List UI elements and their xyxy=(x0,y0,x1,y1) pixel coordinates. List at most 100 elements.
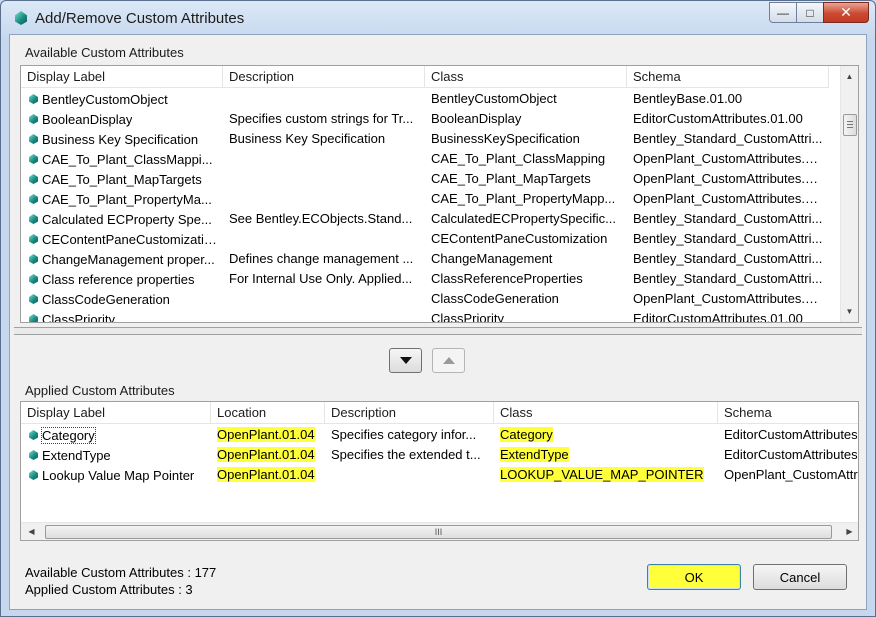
row-label: ClassCodeGeneration xyxy=(42,291,170,307)
cell-class: CEContentPaneCustomization xyxy=(431,231,608,246)
cell-class: BentleyCustomObject xyxy=(431,91,557,106)
column-header[interactable]: Schema xyxy=(627,66,829,88)
highlighted-value: OpenPlant.01.04 xyxy=(217,427,315,442)
cell-location: OpenPlant.01.04 xyxy=(211,445,325,465)
maximize-icon: □ xyxy=(806,5,814,20)
table-row[interactable]: BentleyCustomObject BentleyCustomObject Be… xyxy=(21,89,829,109)
cell-location: OpenPlant.01.04 xyxy=(211,465,325,485)
table-row[interactable]: Lookup Value Map Pointer OpenPlant.01.04 L… xyxy=(21,465,858,485)
table-row[interactable]: CAE_To_Plant_ClassMappi... CAE_To_Plant_C… xyxy=(21,149,829,169)
cell-schema: EditorCustomAttributes.01.00 xyxy=(633,311,803,323)
custom-attribute-icon xyxy=(29,174,38,184)
applied-list-header: Display Label Location Description Class Sch… xyxy=(21,402,858,424)
minimize-icon: — xyxy=(777,5,789,20)
applied-group-label: Applied Custom Attributes xyxy=(25,383,175,398)
highlighted-value: ExtendType xyxy=(500,447,569,462)
column-header[interactable]: Description xyxy=(325,402,494,424)
table-row[interactable]: ExtendType OpenPlant.01.04 Specifies the e… xyxy=(21,445,858,465)
table-row[interactable]: CAE_To_Plant_MapTargets CAE_To_Plant_MapT… xyxy=(21,169,829,189)
cell-label: CAE_To_Plant_MapTargets xyxy=(21,169,223,189)
cell-label: ClassPriority xyxy=(21,309,223,323)
custom-attribute-icon xyxy=(29,314,38,322)
row-label: Calculated ECProperty Spe... xyxy=(42,211,212,227)
available-list-rows: BentleyCustomObject BentleyCustomObject Be… xyxy=(21,89,829,323)
cell-label: ExtendType xyxy=(21,445,211,465)
cell-description: For Internal Use Only. Applied... xyxy=(229,271,413,286)
custom-attribute-icon xyxy=(29,234,38,244)
cell-schema: Bentley_Standard_CustomAttri... xyxy=(633,131,823,146)
row-label: Business Key Specification xyxy=(42,131,199,147)
close-icon: ✕ xyxy=(840,4,852,20)
vertical-scroll-thumb[interactable] xyxy=(843,114,857,136)
horizontal-scroll-thumb[interactable]: III xyxy=(45,525,832,539)
table-row[interactable]: Business Key Specification Business Key S… xyxy=(21,129,829,149)
table-row[interactable]: ChangeManagement proper... Defines change… xyxy=(21,249,829,269)
move-up-button[interactable] xyxy=(432,348,465,373)
cell-class: ClassReferenceProperties xyxy=(431,271,583,286)
applied-horizontal-scrollbar[interactable]: ◀ III ▶ xyxy=(21,522,858,540)
scroll-up-arrow-icon[interactable]: ▲ xyxy=(841,68,858,85)
cell-description: Specifies custom strings for Tr... xyxy=(229,111,414,126)
cell-label: BentleyCustomObject xyxy=(21,89,223,109)
column-header[interactable]: Location xyxy=(211,402,325,424)
applied-list-rows: Category OpenPlant.01.04 Specifies categor… xyxy=(21,425,858,485)
column-header[interactable]: Class xyxy=(494,402,718,424)
table-row[interactable]: ClassPriority ClassPriority EditorCustomAt… xyxy=(21,309,829,323)
table-row[interactable]: Calculated ECProperty Spe... See Bentley.… xyxy=(21,209,829,229)
custom-attribute-icon xyxy=(29,94,38,104)
column-header[interactable]: Class xyxy=(425,66,627,88)
cell-schema: OpenPlant_CustomAttributes.0... xyxy=(633,291,824,306)
highlighted-value: LOOKUP_VALUE_MAP_POINTER xyxy=(500,467,704,482)
available-attributes-list[interactable]: Display Label Description Class Schema Bent… xyxy=(20,65,859,323)
cell-class: ClassCodeGeneration xyxy=(431,291,559,306)
table-row[interactable]: ClassCodeGeneration ClassCodeGeneration Op… xyxy=(21,289,829,309)
cell-class: CAE_To_Plant_MapTargets xyxy=(431,171,591,186)
cell-schema: EditorCustomAttributes xyxy=(724,447,858,462)
cancel-button[interactable]: Cancel xyxy=(753,564,847,590)
cell-label: Category xyxy=(21,425,211,445)
column-header[interactable]: Schema xyxy=(718,402,858,424)
cell-description xyxy=(223,229,425,249)
column-header[interactable]: Display Label xyxy=(21,402,211,424)
table-row[interactable]: Category OpenPlant.01.04 Specifies categor… xyxy=(21,425,858,445)
close-button[interactable]: ✕ xyxy=(823,2,869,23)
maximize-button[interactable]: □ xyxy=(796,2,824,23)
scroll-down-arrow-icon[interactable]: ▼ xyxy=(841,303,858,320)
table-row[interactable]: CEContentPaneCustomization CEContentPaneC… xyxy=(21,229,829,249)
applied-attributes-list[interactable]: Display Label Location Description Class Sch… xyxy=(20,401,859,541)
move-down-button[interactable] xyxy=(389,348,422,373)
row-label: ClassPriority xyxy=(42,311,115,323)
cell-description xyxy=(223,169,425,189)
panel-splitter[interactable] xyxy=(14,327,862,335)
row-label: BooleanDisplay xyxy=(42,111,133,127)
custom-attribute-icon xyxy=(29,274,38,284)
scroll-right-arrow-icon[interactable]: ▶ xyxy=(841,523,858,540)
minimize-button[interactable]: — xyxy=(769,2,797,23)
row-label: CAE_To_Plant_MapTargets xyxy=(42,171,202,187)
table-row[interactable]: Class reference properties For Internal U… xyxy=(21,269,829,289)
custom-attribute-icon xyxy=(29,154,38,164)
cell-class: CAE_To_Plant_PropertyMapp... xyxy=(431,191,616,206)
scroll-left-arrow-icon[interactable]: ◀ xyxy=(23,523,40,540)
table-row[interactable]: CAE_To_Plant_PropertyMa... CAE_To_Plant_P… xyxy=(21,189,829,209)
row-label: BentleyCustomObject xyxy=(42,91,168,107)
row-label: CAE_To_Plant_ClassMappi... xyxy=(42,151,213,167)
app-gem-icon xyxy=(15,11,27,25)
cell-schema: EditorCustomAttributes.01.00 xyxy=(633,111,803,126)
cell-label: Class reference properties xyxy=(21,269,223,289)
cell-schema: Bentley_Standard_CustomAttri... xyxy=(633,231,823,246)
custom-attribute-icon xyxy=(29,254,38,264)
cell-schema: OpenPlant_CustomAttributes.0... xyxy=(633,191,824,206)
column-header[interactable]: Display Label xyxy=(21,66,223,88)
cell-description: See Bentley.ECObjects.Stand... xyxy=(229,211,413,226)
available-vertical-scrollbar[interactable]: ▲ ▼ xyxy=(840,66,858,322)
title-bar[interactable]: Add/Remove Custom Attributes — □ ✕ xyxy=(1,1,875,35)
applied-count-text: Applied Custom Attributes : 3 xyxy=(25,582,193,597)
ok-button[interactable]: OK xyxy=(647,564,741,590)
custom-attribute-icon xyxy=(29,450,38,460)
column-header[interactable]: Description xyxy=(223,66,425,88)
dialog-client: Available Custom Attributes Display Labe… xyxy=(9,34,867,610)
cell-label: CEContentPaneCustomization xyxy=(21,229,223,249)
custom-attribute-icon xyxy=(29,470,38,480)
table-row[interactable]: BooleanDisplay Specifies custom strings f… xyxy=(21,109,829,129)
